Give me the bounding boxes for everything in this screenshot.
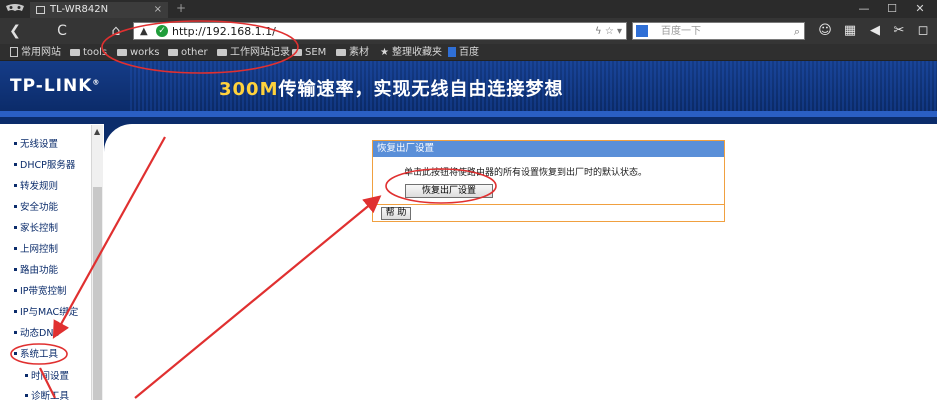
banner-slogan: 300M传输速率，实现无线自由连接梦想 [219,79,564,100]
star-icon: ★ [380,47,389,58]
router-banner: TP-LINK® 300M传输速率，实现无线自由连接梦想 [0,61,937,117]
tab-title: TL-WR842N [50,4,109,15]
nav-item-access-control[interactable]: 上网控制 [14,243,58,256]
panel-divider [373,204,724,205]
nav-item-forwarding[interactable]: 转发规则 [14,180,58,193]
bookmarks-bar: 常用网站 tools works other 工作网站记录 SEM 素材 ★ 整理… [0,44,937,61]
scroll-up-icon[interactable]: ▲ [94,127,100,136]
new-tab-button[interactable]: + [176,0,186,16]
bookmark-folder[interactable]: other [168,44,208,61]
maximize-button[interactable]: ☐ [878,0,906,18]
bookmark-item[interactable]: ★ 整理收藏夹 [380,44,442,61]
browser-tab[interactable]: TL-WR842N × [30,2,168,18]
url-text[interactable]: http://192.168.1.1/ [172,23,276,40]
panel-description: 单击此按钮将使路由器的所有设置恢复到出厂时的默认状态。 [404,168,648,178]
nav-item-security[interactable]: 安全功能 [14,201,58,214]
close-window-button[interactable]: ✕ [906,0,934,18]
back-button[interactable]: ❮ [5,21,25,41]
browser-nav-bar: ❮ C ⌂ ▲ ✓ http://192.168.1.1/ ϟ ☆ ▾ 百度一下… [0,18,937,44]
search-box[interactable]: 百度一下 ⌕ [632,22,805,40]
search-engine-icon[interactable] [636,25,648,37]
search-icon[interactable]: ⌕ [794,23,800,40]
help-button[interactable]: 帮 助 [381,207,411,220]
bookmark-folder[interactable]: SEM [292,44,326,61]
folder-icon [336,49,346,56]
scroll-thumb[interactable] [93,187,102,400]
page-favicon-icon [36,6,45,14]
folder-icon [168,49,178,56]
address-bar[interactable]: ▲ ✓ http://192.168.1.1/ ϟ ☆ ▾ [133,22,627,40]
bookmark-folder[interactable]: works [117,44,159,61]
nav-item-dhcp[interactable]: DHCP服务器 [14,159,75,172]
nav-item-ddns[interactable]: 动态DNS [14,327,59,340]
apps-grid-icon[interactable]: ▦ [840,21,860,41]
folder-icon [292,49,302,56]
screenshot-scissors-icon[interactable]: ✂ [889,21,909,41]
nav-item-routing[interactable]: 路由功能 [14,264,58,277]
screenshot-root: TL-WR842N × + — ☐ ✕ ❮ C ⌂ ▲ ✓ http://192… [0,0,937,400]
search-placeholder[interactable]: 百度一下 [661,23,701,40]
secure-check-icon: ✓ [156,25,168,37]
bookmark-folder[interactable]: 工作网站记录 [217,44,290,61]
home-button[interactable]: ⌂ [106,21,126,41]
bookmark-folder[interactable]: tools [70,44,107,61]
baidu-icon [448,47,456,57]
factory-reset-button[interactable]: 恢复出厂设置 [405,184,493,198]
nav-item-bandwidth[interactable]: IP带宽控制 [14,285,67,298]
refresh-button[interactable]: C [52,21,72,41]
bookmark-item[interactable]: 常用网站 [10,44,61,61]
bookmark-folder[interactable]: 素材 [336,44,369,61]
browser-logo-icon [6,4,24,11]
browser-tab-bar: TL-WR842N × + — ☐ ✕ [0,0,937,18]
factory-reset-panel: 恢复出厂设置 单击此按钮将使路由器的所有设置恢复到出厂时的默认状态。 恢复出厂设… [372,140,725,222]
folder-icon [217,49,227,56]
panel-title: 恢复出厂设置 [373,141,724,157]
nav-subitem-diagnostics[interactable]: 诊断工具 [25,390,69,400]
nav-item-ip-mac-binding[interactable]: IP与MAC绑定 [14,306,78,319]
minimize-button[interactable]: — [850,0,878,18]
menu-icon[interactable]: ◻ [913,21,933,41]
sound-icon[interactable]: ◀ [865,21,885,41]
nav-scrollbar[interactable]: ▲ [91,125,103,400]
address-bar-actions[interactable]: ϟ ☆ ▾ [595,23,622,40]
folder-icon [70,49,80,56]
page-icon [10,47,18,57]
nav-item-wireless[interactable]: 无线设置 [14,138,58,151]
site-info-icon[interactable]: ▲ [140,24,148,40]
tab-close-icon[interactable]: × [154,2,162,18]
nav-item-parental-control[interactable]: 家长控制 [14,222,58,235]
nav-subitem-time-settings[interactable]: 时间设置 [25,370,69,383]
bookmark-item[interactable]: 百度 [448,44,479,61]
nav-item-system-tools[interactable]: 系统工具 [14,348,58,361]
feedback-icon[interactable]: ☺ [815,21,835,41]
tp-link-logo: TP-LINK® [10,76,101,96]
folder-icon [117,49,127,56]
